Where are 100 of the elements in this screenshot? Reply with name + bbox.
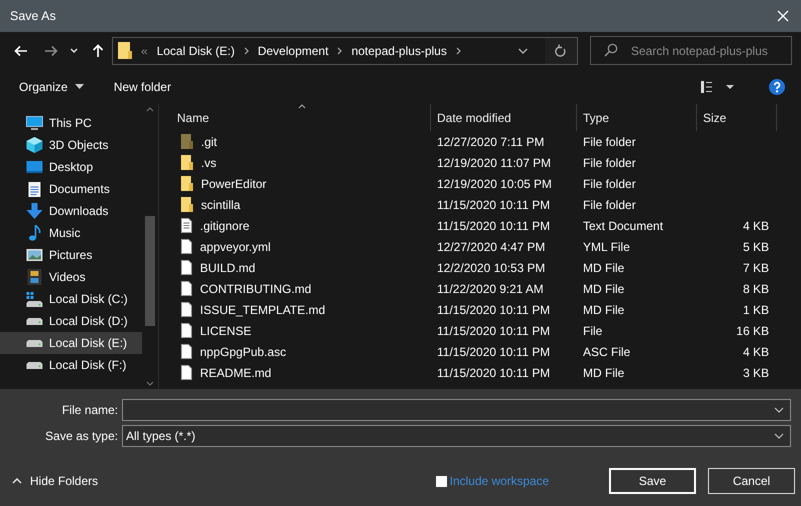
file-row[interactable]: .gitignore 11/15/2020 10:11 PM Text Document 4 KB — [171, 215, 801, 236]
scrollbar-thumb[interactable] — [145, 216, 155, 326]
chevron-down-icon[interactable] — [774, 406, 784, 412]
file-row[interactable]: appveyor.yml 12/27/2020 4:47 PM YML File 5 KB — [171, 236, 801, 257]
file-type: MD File — [582, 366, 626, 380]
breadcrumb-segment[interactable]: Development — [258, 44, 328, 58]
drive-icon — [26, 340, 43, 346]
sidebar-item[interactable]: Pictures — [0, 244, 142, 266]
download-arrow-icon — [26, 203, 43, 219]
file-type: File folder — [582, 134, 637, 148]
include-workspace-checkbox[interactable] — [436, 476, 447, 486]
sidebar-item[interactable]: Local Disk (F:) — [0, 354, 142, 376]
file-type: MD File — [582, 302, 626, 316]
file-name: scintilla — [201, 198, 240, 212]
file-name: appveyor.yml — [200, 240, 271, 254]
file-row[interactable]: CONTRIBUTING.md 11/22/2020 9:21 AM MD File 8 KB — [171, 278, 801, 299]
sidebar-item[interactable]: Desktop — [0, 156, 142, 178]
folder-icon — [181, 197, 193, 212]
sidebar-item[interactable]: Local Disk (E:) — [0, 332, 142, 354]
file-type: MD File — [582, 282, 626, 296]
hide-folders-button[interactable]: Hide Folders — [8, 470, 102, 492]
file-name: .vs — [201, 156, 216, 170]
column-header[interactable]: Name — [171, 104, 431, 131]
breadcrumb-segment[interactable]: notepad-plus-plus — [351, 44, 447, 58]
search-field[interactable]: Search notepad-plus-plus — [590, 36, 792, 65]
file-row[interactable]: PowerEditor 12/19/2020 10:05 PM File folder — [171, 173, 801, 194]
file-row[interactable]: scintilla 11/15/2020 10:11 PM File folder — [171, 194, 801, 215]
date-modified: 11/15/2020 10:11 PM — [436, 324, 551, 338]
back-arrow-icon[interactable] — [14, 44, 28, 56]
column-header[interactable]: Size — [697, 104, 777, 131]
file-name-field[interactable] — [122, 398, 791, 420]
sidebar-item[interactable]: 3D Objects — [0, 134, 142, 156]
file-name: LICENSE — [200, 324, 252, 338]
file-icon — [181, 239, 192, 254]
address-bar[interactable]: « Local Disk (E:) Development notepad-plus-plus — [112, 36, 578, 64]
window-title: Save As — [10, 9, 56, 23]
file-row[interactable]: BUILD.md 12/2/2020 10:53 PM MD File 7 KB — [171, 257, 801, 278]
date-modified: 12/19/2020 11:07 PM — [436, 156, 552, 170]
file-row[interactable]: README.md 11/15/2020 10:11 PM MD File 3 KB — [171, 362, 801, 383]
chevron-right-icon[interactable] — [244, 46, 249, 54]
file-type: File folder — [582, 176, 637, 190]
chevron-right-icon[interactable] — [337, 46, 342, 54]
file-size: 8 KB — [742, 282, 769, 296]
sidebar-item[interactable]: Local Disk (C:) — [0, 288, 142, 310]
file-type: File — [582, 324, 604, 338]
scroll-up-icon[interactable] — [146, 107, 154, 112]
date-modified: 12/27/2020 4:47 PM — [436, 240, 546, 254]
sidebar-item[interactable]: Music — [0, 222, 142, 244]
date-modified: 11/15/2020 10:11 PM — [436, 302, 551, 316]
chevron-down-icon[interactable] — [518, 48, 528, 54]
date-modified: 12/27/2020 7:11 PM — [436, 134, 546, 148]
folder-icon — [118, 42, 132, 59]
file-row[interactable]: .vs 12/19/2020 11:07 PM File folder — [171, 152, 801, 173]
sidebar-item[interactable]: Downloads — [0, 200, 142, 222]
file-type: ASC File — [582, 344, 632, 358]
refresh-button[interactable] — [545, 38, 577, 64]
file-name: PowerEditor — [201, 176, 266, 190]
file-icon — [181, 344, 192, 359]
file-name: .git — [201, 134, 218, 148]
sidebar-item[interactable]: This PC — [0, 112, 142, 134]
file-icon — [181, 281, 192, 296]
organize-button[interactable]: Organize — [10, 76, 93, 98]
chevron-down-icon[interactable] — [774, 432, 784, 438]
file-type: File folder — [582, 198, 637, 212]
folder-icon — [181, 134, 193, 149]
help-icon[interactable] — [769, 78, 785, 94]
view-options-icon[interactable] — [701, 80, 735, 92]
up-arrow-icon[interactable] — [92, 44, 104, 58]
save-button[interactable]: Save — [609, 468, 696, 494]
file-type-dropdown[interactable]: All types (*.*) — [122, 424, 791, 446]
breadcrumb-segment[interactable]: Local Disk (E:) — [156, 44, 235, 58]
file-type: Text Document — [582, 218, 664, 232]
date-modified: 11/15/2020 10:11 PM — [436, 218, 551, 232]
new-folder-button[interactable]: New folder — [104, 76, 180, 98]
computer-icon — [26, 116, 43, 130]
document-icon — [26, 182, 43, 196]
file-name: BUILD.md — [200, 260, 256, 274]
cancel-button[interactable]: Cancel — [708, 468, 795, 494]
file-name-label: File name: — [60, 402, 119, 416]
sidebar-item[interactable]: Videos — [0, 266, 142, 288]
music-note-icon — [26, 225, 43, 241]
file-type: YML File — [582, 240, 631, 254]
close-icon[interactable] — [777, 10, 789, 22]
column-header[interactable]: Type — [577, 104, 697, 131]
scroll-down-icon[interactable] — [146, 381, 154, 386]
file-row[interactable]: nppGpgPub.asc 11/15/2020 10:11 PM ASC File 4 KB — [171, 341, 801, 362]
file-row[interactable]: .git 12/27/2020 7:11 PM File folder — [171, 131, 801, 152]
file-row[interactable]: LICENSE 11/15/2020 10:11 PM File 16 KB — [171, 320, 801, 341]
overflow-chevrons[interactable]: « — [141, 44, 148, 58]
date-modified: 12/2/2020 10:53 PM — [436, 260, 546, 274]
file-size: 1 KB — [742, 302, 769, 316]
sidebar-item[interactable]: Local Disk (D:) — [0, 310, 142, 332]
column-header[interactable]: Date modified — [431, 104, 577, 131]
sidebar-item[interactable]: Documents — [0, 178, 142, 200]
file-size: 3 KB — [742, 366, 769, 380]
forward-arrow-icon[interactable] — [44, 44, 58, 56]
chevron-right-icon[interactable] — [456, 46, 461, 54]
file-row[interactable]: ISSUE_TEMPLATE.md 11/15/2020 10:11 PM MD File 1 KB — [171, 299, 801, 320]
file-icon — [181, 260, 192, 275]
file-icon — [181, 365, 192, 380]
